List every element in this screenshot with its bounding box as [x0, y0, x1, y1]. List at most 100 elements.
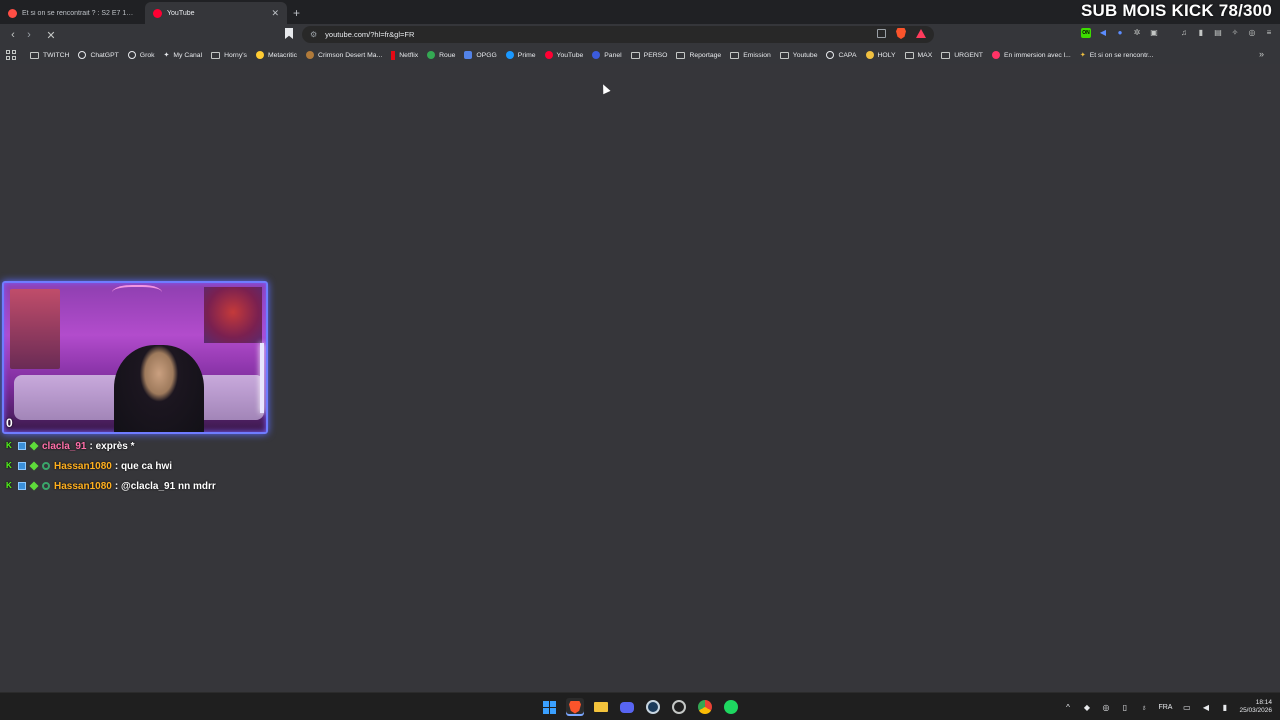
extensions-area: ON ◀ ● ✲ ▣ ♫ ▮ ▤ ✧ ◎ ≡: [1081, 28, 1274, 38]
bookmark-roue[interactable]: Roue: [427, 51, 455, 59]
menu-icon[interactable]: ≡: [1264, 28, 1274, 38]
windows-taskbar: ^ ◆ ◎ ▯ ♁ FRA ▭ ◀ ▮ 18:14 25/03/2026: [0, 692, 1280, 720]
clock[interactable]: 18:14 25/03/2026: [1239, 699, 1272, 715]
bookmark-emission[interactable]: Emission: [730, 51, 771, 59]
chat-text: exprès *: [95, 440, 135, 452]
url-text[interactable]: youtube.com/?hl=fr&gl=FR: [325, 30, 414, 39]
netflix-icon: [391, 50, 396, 60]
bookmark-capa[interactable]: CAPA: [826, 51, 857, 59]
folder-icon: [730, 51, 740, 59]
file-explorer-icon: [594, 702, 608, 712]
bookmark-panel[interactable]: Panel: [592, 51, 622, 59]
extension-on-icon[interactable]: ON: [1081, 28, 1091, 38]
tray-app-icon[interactable]: ◎: [1101, 703, 1110, 712]
bookmark-youtube[interactable]: YouTube: [544, 51, 583, 59]
taskbar-apps: [540, 698, 740, 716]
bookmark-reportage[interactable]: Reportage: [676, 51, 721, 59]
chatgpt-icon: [78, 51, 87, 59]
ring-badge-icon: [42, 482, 50, 490]
bookmark-hornys[interactable]: Horny's: [211, 51, 247, 59]
share-icon[interactable]: [877, 29, 886, 38]
extension-screen-icon[interactable]: ▣: [1149, 28, 1159, 38]
webcam-neon-sign: [112, 285, 162, 303]
network-icon[interactable]: ▭: [1182, 703, 1191, 712]
brave-rewards-icon[interactable]: [916, 29, 926, 38]
bookmark-netflix[interactable]: Netflix: [391, 50, 418, 60]
taskbar-steam[interactable]: [644, 698, 662, 716]
tab-rencontre[interactable]: Et si on se rencontrait ? : S2 E7 17-03: [0, 2, 145, 24]
volume-icon[interactable]: ◀: [1201, 703, 1210, 712]
clock-time: 18:14: [1255, 699, 1272, 706]
taskbar-explorer[interactable]: [592, 698, 610, 716]
bookmark-grok[interactable]: Grok: [127, 51, 155, 59]
bookmarks-bar: TWITCH ChatGPT Grok ✦ My Canal Horny's Me…: [0, 46, 1280, 64]
panel-icon: [592, 51, 601, 59]
bookmark-twitch[interactable]: TWITCH: [30, 51, 69, 59]
bookmark-icon[interactable]: [285, 28, 293, 39]
wallet-icon[interactable]: ▤: [1213, 28, 1223, 38]
taskbar-brave[interactable]: [566, 698, 584, 716]
bookmark-rencontre[interactable]: ✦ Et si on se rencontr...: [1080, 51, 1154, 60]
apps-grid-icon[interactable]: [6, 50, 16, 60]
bookmark-max[interactable]: MAX: [904, 51, 932, 59]
ring-badge-icon: [42, 462, 50, 470]
bookmark-urgent[interactable]: URGENT: [941, 51, 983, 59]
more-bookmarks-icon[interactable]: »: [1259, 49, 1264, 59]
battery-icon[interactable]: ▮: [1220, 703, 1229, 712]
crimson-icon: [306, 51, 315, 59]
tab-label: Et si on se rencontrait ? : S2 E7 17-03: [22, 9, 137, 17]
bookmark-prime[interactable]: Prime: [505, 51, 536, 59]
bookmark-opgg[interactable]: OPGG: [464, 51, 497, 59]
tab-youtube[interactable]: YouTube ✕: [145, 2, 287, 24]
tray-chevron-up-icon[interactable]: ^: [1063, 703, 1072, 712]
close-tab-icon[interactable]: ✕: [271, 8, 279, 19]
taskbar-spotify[interactable]: [722, 698, 740, 716]
extension-audio-icon[interactable]: ◀: [1098, 28, 1108, 38]
new-tab-button[interactable]: +: [287, 6, 308, 24]
stop-loading-button[interactable]: ✕: [43, 29, 59, 42]
bookmark-youtube-folder[interactable]: Youtube: [779, 51, 817, 59]
gem-badge-icon: [29, 461, 39, 471]
webcam-overlay: [2, 281, 268, 434]
media-controls-icon[interactable]: ♫: [1179, 28, 1189, 38]
site-info-icon[interactable]: ⚙: [310, 30, 317, 39]
extension-blue-icon[interactable]: ●: [1115, 28, 1125, 38]
language-indicator[interactable]: FRA: [1158, 704, 1172, 711]
tray-steam-icon[interactable]: ◆: [1082, 703, 1091, 712]
folder-icon: [676, 51, 686, 59]
viewer-count: 0: [6, 416, 13, 430]
folder-icon: [30, 51, 39, 59]
taskbar-chrome[interactable]: [696, 698, 714, 716]
start-button[interactable]: [540, 698, 558, 716]
address-bar[interactable]: ⚙ youtube.com/?hl=fr&gl=FR: [302, 26, 934, 43]
bookmark-my-canal[interactable]: ✦ My Canal: [164, 51, 203, 60]
brave-shields-icon[interactable]: [896, 28, 906, 39]
forward-button[interactable]: ›: [21, 29, 37, 41]
bookmark-immersion[interactable]: En immersion avec l...: [991, 51, 1071, 59]
steam-icon: [646, 700, 660, 714]
bookmark-chatgpt[interactable]: ChatGPT: [78, 51, 119, 59]
vpn-icon[interactable]: ◎: [1247, 28, 1257, 38]
grok-icon: [127, 51, 136, 59]
chat-username: Hassan1080: [54, 460, 112, 472]
tray-usb-icon[interactable]: ▯: [1120, 703, 1129, 712]
youtube-icon: [544, 51, 553, 59]
bookmark-crimson-desert[interactable]: Crimson Desert Ma...: [306, 51, 382, 59]
webcam-poster-left: [10, 289, 60, 369]
sidebar-icon[interactable]: ▮: [1196, 28, 1206, 38]
bookmark-metacritic[interactable]: Metacritic: [255, 51, 297, 59]
kick-badge-icon: K: [6, 441, 12, 450]
bookmark-holy[interactable]: HOLY: [865, 51, 896, 59]
taskbar-app-circle[interactable]: [670, 698, 688, 716]
gem-badge-icon: [29, 481, 39, 491]
bookmark-perso[interactable]: PERSO: [630, 51, 667, 59]
back-button[interactable]: ‹: [5, 29, 21, 41]
windows-logo-icon: [542, 700, 556, 714]
leo-ai-icon[interactable]: ✧: [1230, 28, 1240, 38]
tray-microphone-icon[interactable]: ♁: [1139, 703, 1148, 712]
webcam-streamer: [114, 345, 204, 432]
prime-icon: [505, 51, 514, 59]
extension-puzzle-icon[interactable]: ✲: [1132, 28, 1142, 38]
taskbar-discord[interactable]: [618, 698, 636, 716]
clock-date: 25/03/2026: [1239, 707, 1272, 714]
